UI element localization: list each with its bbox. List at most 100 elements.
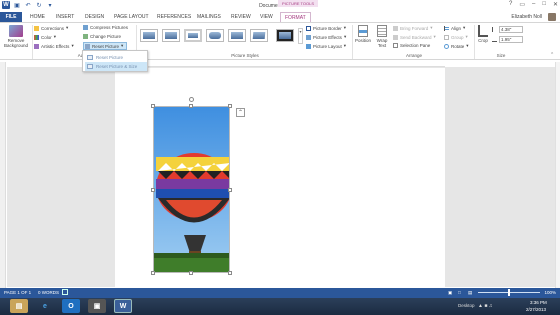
tab-format[interactable]: FORMAT (280, 12, 311, 22)
reset-picture-size-icon (87, 64, 93, 69)
zoom-level[interactable]: 100% (544, 290, 556, 295)
read-mode-icon[interactable]: ▣ (448, 290, 452, 296)
width-field[interactable]: 1.95" (499, 36, 523, 43)
web-layout-icon[interactable]: ▤ (468, 290, 472, 296)
group-button[interactable]: Group ▾ (444, 34, 468, 40)
horizontal-ruler (115, 62, 445, 67)
tab-home[interactable]: HOME (26, 12, 49, 22)
height-field[interactable]: 4.38" (499, 26, 523, 33)
picture-style-2[interactable] (162, 29, 180, 42)
word-count[interactable]: 0 WORDS (38, 290, 59, 295)
picture-layout-button[interactable]: Picture Layout ▾ (306, 43, 346, 49)
picture-effects-button[interactable]: Picture Effects ▾ (306, 34, 346, 40)
corrections-button[interactable]: Corrections ▾ (34, 25, 68, 31)
align-button[interactable]: Align ▾ (444, 25, 465, 31)
color-icon (34, 34, 39, 40)
crop-button[interactable]: Crop (476, 25, 490, 43)
tab-review[interactable]: REVIEW (227, 12, 255, 22)
artistic-effects-button[interactable]: Artistic Effects ▾ (34, 43, 74, 49)
wrap-text-button[interactable]: Wrap Text (373, 25, 391, 48)
vertical-ruler (0, 62, 6, 288)
resize-handle-sw[interactable] (151, 271, 155, 275)
resize-handle-se[interactable] (228, 271, 232, 275)
height-icon (492, 27, 497, 32)
remove-background-button[interactable]: Remove Background (1, 25, 31, 48)
reset-picture-and-size-menu-item[interactable]: Reset Picture & Size (85, 62, 147, 71)
wrap-text-icon (377, 25, 387, 37)
color-button[interactable]: Color ▾ (34, 34, 56, 40)
reset-picture-icon (85, 43, 90, 49)
selection-pane-icon (393, 43, 398, 48)
word-taskbar-icon[interactable]: W (114, 299, 132, 313)
tab-references[interactable]: REFERENCES (153, 12, 195, 22)
vertical-scrollbar[interactable] (555, 62, 560, 288)
picture-tools-label: PICTURE TOOLS (278, 0, 318, 7)
ribbon-display-icon[interactable]: ▭ (519, 1, 525, 8)
user-name[interactable]: Elizabeth Noll (511, 14, 542, 20)
resize-handle-s[interactable] (189, 271, 193, 275)
zoom-slider-thumb[interactable] (508, 289, 510, 296)
resize-handle-nw[interactable] (151, 104, 155, 108)
file-explorer-icon[interactable]: ▤ (10, 299, 28, 313)
tab-design[interactable]: DESIGN (81, 12, 108, 22)
reset-picture-menu-item[interactable]: Reset Picture (85, 53, 147, 62)
collapse-ribbon-icon[interactable]: ⌃ (550, 52, 554, 58)
selection-pane-button[interactable]: Selection Pane (393, 43, 430, 48)
app-window-icon[interactable]: ▣ (88, 299, 106, 313)
hot-air-balloon-picture[interactable] (153, 106, 230, 273)
tab-page-layout[interactable]: PAGE LAYOUT (110, 12, 153, 22)
maximize-icon[interactable]: □ (542, 1, 546, 8)
minimize-icon[interactable]: – (532, 1, 535, 8)
clock-date[interactable]: 2/27/2013 (526, 307, 546, 312)
rotate-icon (444, 43, 449, 49)
compress-pictures-button[interactable]: Compress Pictures (83, 25, 128, 30)
page-count[interactable]: PAGE 1 OF 1 (4, 290, 31, 295)
proofing-icon[interactable] (62, 289, 68, 295)
clock-time[interactable]: 3:36 PM (530, 300, 547, 305)
resize-handle-e[interactable] (228, 188, 232, 192)
size-group-label: Size (496, 53, 506, 58)
ribbon-tabs: FILE HOME INSERT DESIGN PAGE LAYOUT REFE… (0, 12, 560, 22)
picture-border-icon (306, 25, 311, 31)
send-backward-icon (393, 34, 398, 40)
picture-style-5[interactable] (228, 29, 246, 42)
tab-file[interactable]: FILE (0, 12, 22, 22)
resize-handle-w[interactable] (151, 188, 155, 192)
print-layout-icon[interactable]: □ (458, 290, 461, 295)
rotate-button[interactable]: Rotate ▾ (444, 43, 469, 49)
picture-style-1[interactable] (140, 29, 158, 42)
avatar[interactable] (548, 13, 556, 21)
picture-style-7[interactable] (276, 29, 294, 42)
resize-handle-ne[interactable] (228, 104, 232, 108)
close-icon[interactable]: ✕ (553, 1, 558, 8)
notification-icons[interactable]: ▲ ■ ♫ (478, 303, 493, 309)
outlook-icon[interactable]: O (62, 299, 80, 313)
reset-picture-button[interactable]: Reset Picture ▾ (85, 43, 123, 49)
resize-handle-n[interactable] (189, 104, 193, 108)
picture-style-6[interactable] (250, 29, 268, 42)
help-icon[interactable]: ? (509, 1, 512, 8)
internet-explorer-icon[interactable]: e (36, 299, 54, 313)
tab-view[interactable]: VIEW (256, 12, 277, 22)
gallery-more-button[interactable]: ▾ (298, 28, 303, 44)
layout-options-button[interactable]: ⌃ (236, 108, 245, 117)
position-button[interactable]: Position (354, 25, 372, 43)
remove-background-icon (9, 25, 23, 37)
send-backward-button[interactable]: Send Backward ▾ (393, 34, 436, 40)
group-icon (444, 34, 449, 40)
taskbar: ▤ e O ▣ W Desktop ▲ ■ ♫ 3:36 PM 2/27/201… (0, 298, 560, 315)
change-picture-button[interactable]: Change Picture (83, 34, 121, 39)
bring-forward-icon (393, 25, 398, 31)
picture-style-3[interactable] (184, 29, 202, 42)
reset-picture-icon (87, 55, 93, 60)
bring-forward-button[interactable]: Bring Forward ▾ (393, 25, 433, 31)
picture-border-button[interactable]: Picture Border ▾ (306, 25, 346, 31)
desktop-toolbar[interactable]: Desktop (458, 303, 475, 308)
arrange-group-label: Arrange (405, 53, 422, 58)
picture-styles-group-label: Picture Styles (231, 53, 259, 58)
crop-icon (478, 25, 488, 37)
tab-insert[interactable]: INSERT (52, 12, 78, 22)
picture-style-4[interactable] (206, 29, 224, 42)
tab-mailings[interactable]: MAILINGS (193, 12, 225, 22)
rotation-handle[interactable] (189, 97, 194, 102)
